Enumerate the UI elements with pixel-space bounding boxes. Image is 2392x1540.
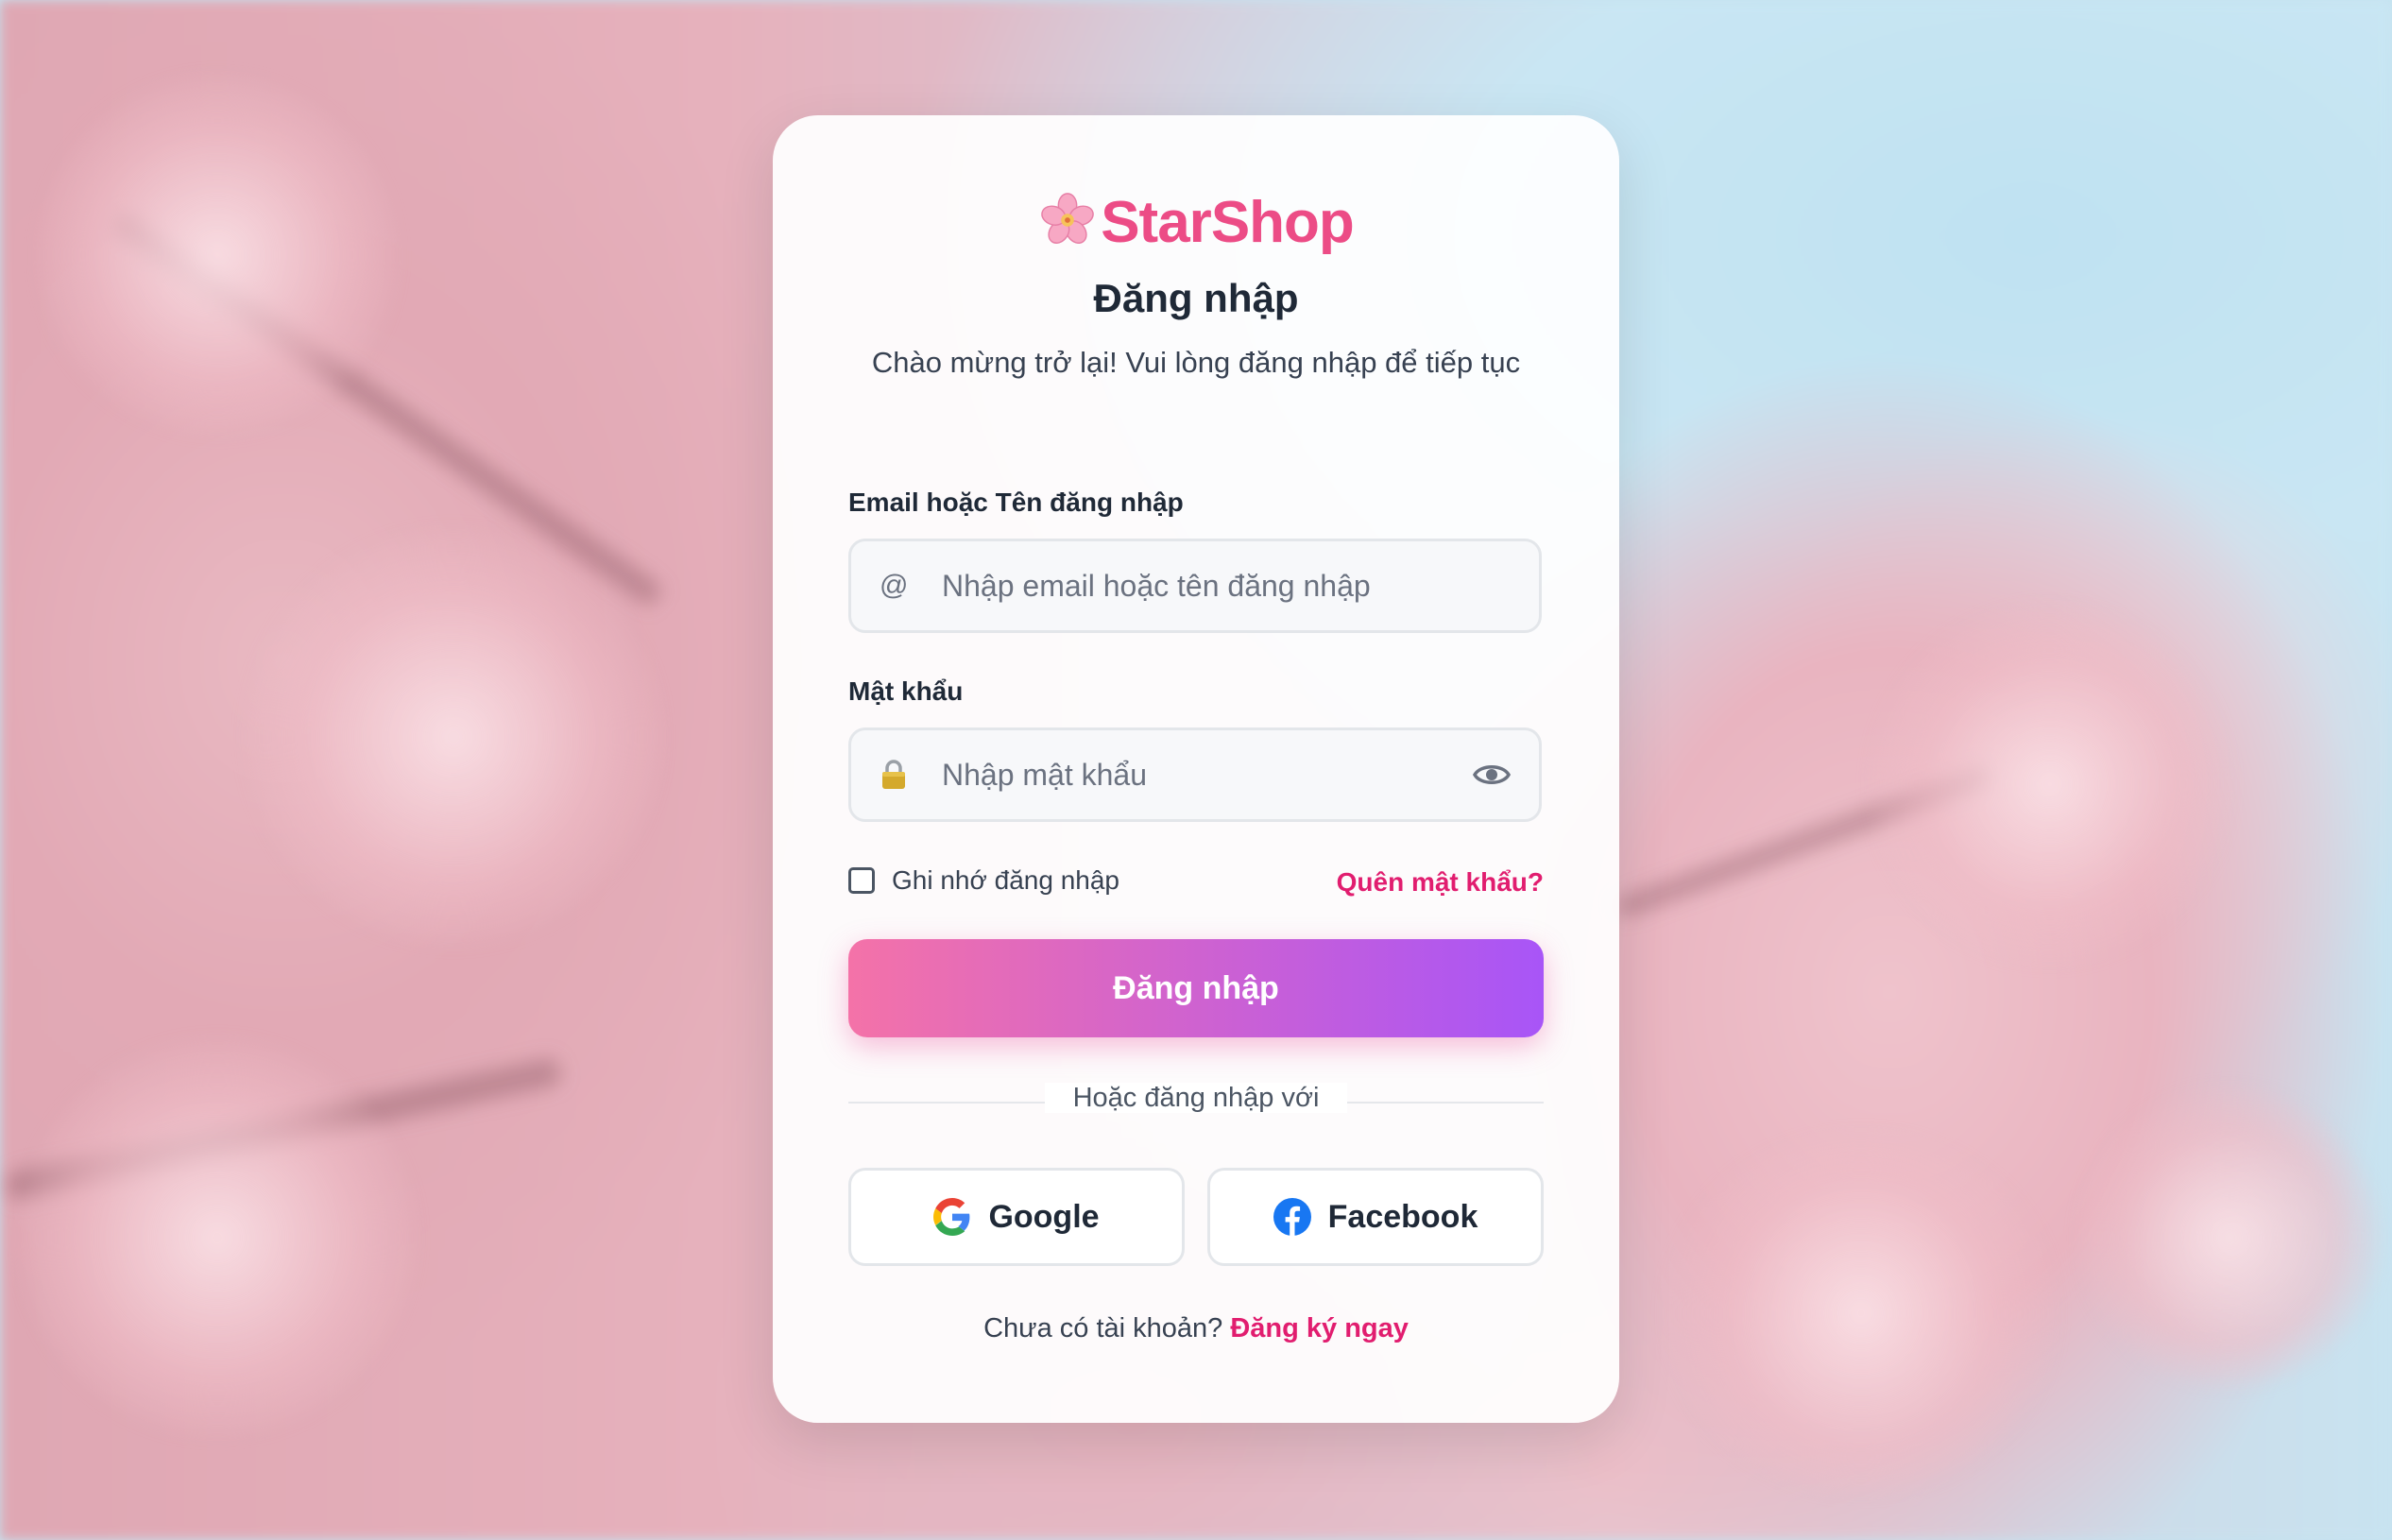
signup-link[interactable]: Đăng ký ngay [1230,1313,1409,1343]
signup-text: Chưa có tài khoản? [983,1313,1223,1343]
eye-icon[interactable] [1473,761,1511,788]
username-input[interactable] [942,541,1471,630]
background-blossom [19,1039,416,1436]
background-blossom [2078,1087,2381,1389]
remember-label: Ghi nhớ đăng nhập [892,865,1119,895]
background-blossom [246,529,661,945]
page-subtitle: Chào mừng trở lại! Vui lòng đăng nhập để… [871,346,1521,379]
username-field[interactable]: @ [848,539,1542,633]
facebook-label: Facebook [1327,1198,1478,1235]
cherry-blossom-icon [1041,193,1095,244]
login-card: StarShop Đăng nhập Chào mừng trở lại! Vu… [773,115,1619,1423]
lock-icon [882,760,905,789]
login-button[interactable]: Đăng nhập [848,939,1544,1037]
password-field[interactable] [848,727,1542,822]
brand-logo[interactable]: StarShop [773,189,1619,256]
forgot-password-link[interactable]: Quên mật khẩu? [1337,867,1544,898]
at-icon: @ [880,570,909,601]
divider: Hoặc đăng nhập với [773,1083,1619,1114]
page-title: Đăng nhập [1093,276,1299,320]
username-label: Email hoặc Tên đăng nhập [848,488,1184,517]
background-blossom [1871,605,2230,964]
background-blossom [38,76,397,435]
brand-name: StarShop [1101,190,1355,255]
background-blossom [1663,1134,2059,1493]
google-login-button[interactable]: Google [848,1168,1185,1266]
facebook-icon [1273,1198,1311,1236]
password-input[interactable] [942,730,1471,819]
password-label: Mật khẩu [848,676,964,706]
remember-checkbox[interactable] [848,867,875,894]
google-label: Google [988,1198,1100,1235]
divider-text: Hoặc đăng nhập với [1044,1083,1348,1113]
google-icon [933,1198,970,1236]
signup-prompt: Chưa có tài khoản? Đăng ký ngay [773,1313,1619,1344]
facebook-login-button[interactable]: Facebook [1207,1168,1544,1266]
remember-me[interactable]: Ghi nhớ đăng nhập [848,865,1119,896]
